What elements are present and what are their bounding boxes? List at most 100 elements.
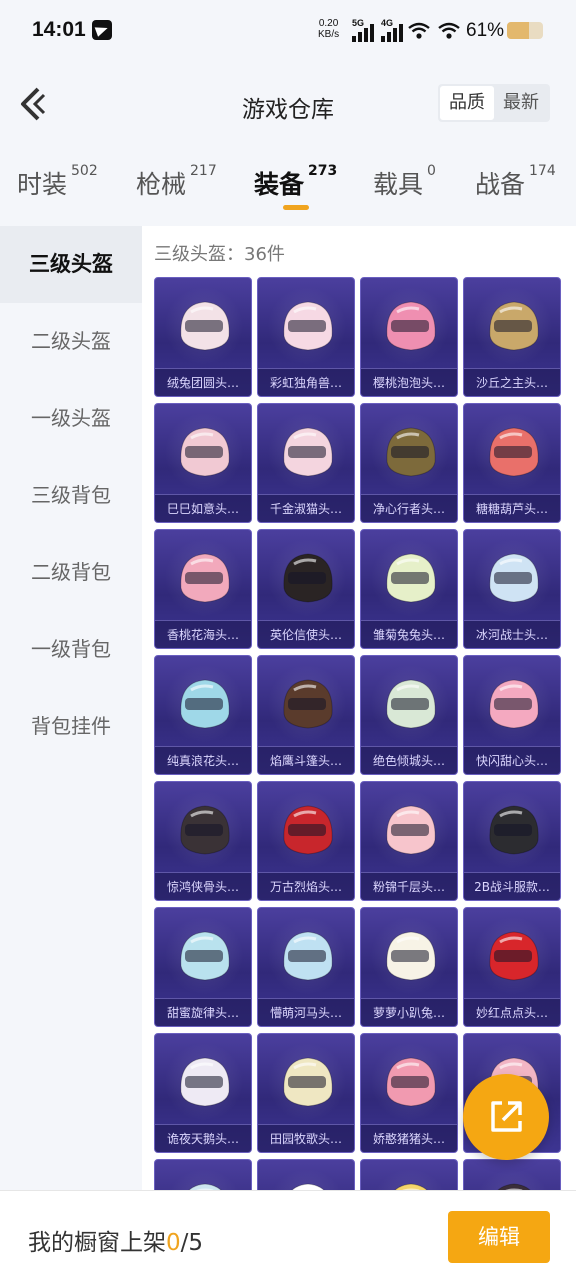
item-card[interactable]: 田园牧歌头… [257,1033,355,1153]
helmet-icon [489,553,539,603]
item-card[interactable]: 2B战斗服款… [463,781,561,901]
item-card[interactable]: 英伦信使头… [257,529,355,649]
sidebar-item-level3-backpack[interactable]: 三级背包 [0,457,142,534]
helmet-icon [180,805,230,855]
helmet-icon [489,931,539,981]
wifi-icon [438,22,460,39]
item-name: 彩虹独角兽… [258,368,354,396]
item-card[interactable]: 快闪甜心头… [463,655,561,775]
item-card[interactable]: 净心行者头… [360,403,458,523]
tab-combat-gear[interactable]: 战备 174 [475,163,556,201]
item-card[interactable]: 纯真浪花头… [154,655,252,775]
sidebar-item-level2-backpack[interactable]: 二级背包 [0,534,142,611]
item-name: 巳巳如意头… [155,494,251,522]
item-card[interactable]: 诡夜天鹅头… [154,1033,252,1153]
helmet-icon [489,679,539,729]
battery-icon [507,22,543,39]
item-name: 绝色倾城头… [361,746,457,774]
sidebar-item-level1-backpack[interactable]: 一级背包 [0,611,142,688]
helmet-icon [386,805,436,855]
item-card[interactable]: 樱桃泡泡头… [360,277,458,397]
item-card[interactable]: 懵萌河马头… [257,907,355,1027]
item-name: 沙丘之主头… [464,368,560,396]
active-tab-indicator [283,205,309,210]
helmet-icon [283,931,333,981]
item-name: 诡夜天鹅头… [155,1124,251,1152]
app-root: 14:01 0.20 KB/s 5G 4G 61% 游戏仓库 品质 最新 时装 … [0,0,576,1280]
item-name: 千金淑猫头… [258,494,354,522]
item-card[interactable]: 粉锦千层头… [360,781,458,901]
item-card[interactable]: 万古烈焰头… [257,781,355,901]
item-card[interactable]: 萝萝小趴兔… [360,907,458,1027]
tab-count: 502 [71,163,98,179]
item-card[interactable]: 冰河战士头… [463,529,561,649]
status-time: 14:01 [32,18,86,41]
item-card[interactable]: 惊鸿侠骨头… [154,781,252,901]
helmet-icon [489,427,539,477]
item-card[interactable]: 彩虹独角兽… [257,277,355,397]
tab-count: 174 [529,163,556,179]
telegram-icon [92,20,112,40]
item-card[interactable]: 妙红点点头… [463,907,561,1027]
helmet-icon [180,931,230,981]
item-name: 妙红点点头… [464,998,560,1026]
item-card[interactable]: 焰鹰斗篷头… [257,655,355,775]
item-name: 惊鸿侠骨头… [155,872,251,900]
showcase-total: /5 [180,1230,204,1256]
sim2-label: 4G [381,18,394,28]
helmet-icon [386,931,436,981]
header: 游戏仓库 品质 最新 [0,60,576,150]
sidebar-item-backpack-charm[interactable]: 背包挂件 [0,688,142,765]
item-name: 雏菊兔兔头… [361,620,457,648]
item-name: 绒兔团圆头… [155,368,251,396]
item-name: 2B战斗服款… [464,872,560,900]
sidebar: 三级头盔 二级头盔 一级头盔 三级背包 二级背包 一级背包 背包挂件 [0,226,142,1196]
signal-4g-icon: 4G [381,18,405,42]
helmet-icon [386,553,436,603]
tab-equipment[interactable]: 装备 273 [254,163,338,201]
helmet-icon [283,301,333,351]
tab-fashion[interactable]: 时装 502 [17,163,98,201]
tab-vehicles[interactable]: 载具 0 [373,163,436,201]
item-card[interactable]: 雏菊兔兔头… [360,529,458,649]
tab-label: 装备 [254,170,305,199]
tab-label: 枪械 [136,170,187,199]
sort-option-quality[interactable]: 品质 [440,86,494,120]
item-panel: 三级头盔：36件 绒兔团圆头… 彩虹独角兽… 樱桃泡泡头… 沙丘之主头… 巳巳如意头… 千… [142,226,576,1196]
item-name: 纯真浪花头… [155,746,251,774]
item-name: 快闪甜心头… [464,746,560,774]
sidebar-item-level3-helmet[interactable]: 三级头盔 [0,226,142,303]
signal-5g-icon: 5G [352,18,376,42]
tab-label: 战备 [475,170,526,199]
item-card[interactable]: 巳巳如意头… [154,403,252,523]
tab-firearms[interactable]: 枪械 217 [136,163,217,201]
sort-toggle: 品质 最新 [438,84,550,122]
tab-count: 0 [427,163,436,179]
item-card[interactable]: 千金淑猫头… [257,403,355,523]
sidebar-item-level1-helmet[interactable]: 一级头盔 [0,380,142,457]
helmet-icon [386,679,436,729]
item-card[interactable]: 甜蜜旋律头… [154,907,252,1027]
sort-option-latest[interactable]: 最新 [494,86,548,120]
item-card[interactable]: 香桃花海头… [154,529,252,649]
tab-label: 时装 [17,170,68,199]
status-bar: 14:01 0.20 KB/s 5G 4G 61% [0,0,576,60]
item-name: 净心行者头… [361,494,457,522]
item-card[interactable]: 绝色倾城头… [360,655,458,775]
item-card[interactable]: 绒兔团圆头… [154,277,252,397]
showcase-status: 我的橱窗上架0/5 [28,1223,203,1257]
sidebar-item-level2-helmet[interactable]: 二级头盔 [0,303,142,380]
showcase-count: 0 [166,1230,181,1256]
helmet-icon [386,427,436,477]
helmet-icon [283,1057,333,1107]
item-card[interactable]: 沙丘之主头… [463,277,561,397]
tab-count: 273 [308,163,338,179]
helmet-icon [283,679,333,729]
item-card[interactable]: 娇憨猪猪头… [360,1033,458,1153]
tab-label: 载具 [373,170,424,199]
item-name: 甜蜜旋律头… [155,998,251,1026]
item-card[interactable]: 糖糖葫芦头… [463,403,561,523]
share-button[interactable] [463,1074,549,1160]
net-speed-value: 0.20 [318,18,339,29]
edit-button[interactable]: 编辑 [448,1211,550,1263]
